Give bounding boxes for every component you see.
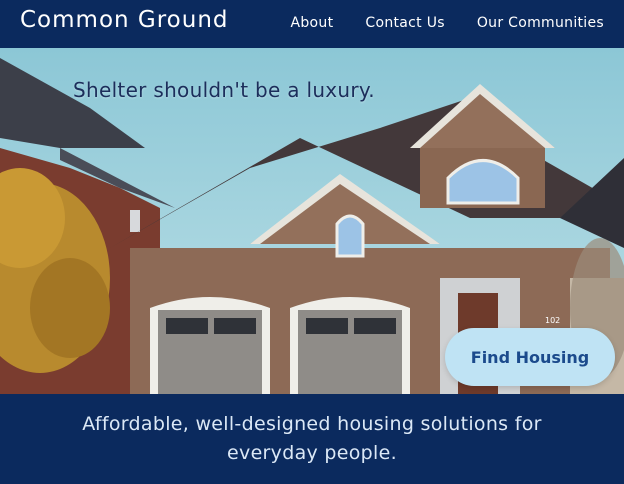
hero-subtitle: Affordable, well-designed housing soluti…: [82, 413, 542, 464]
subtitle-band: Affordable, well-designed housing soluti…: [0, 394, 624, 484]
house-number: 102: [545, 316, 560, 325]
hero-section: 102 Shelter shouldn't be a luxury. Find …: [0, 48, 624, 394]
site-header: Common Ground About Contact Us Our Commu…: [0, 0, 624, 48]
nav-link-communities[interactable]: Our Communities: [477, 15, 604, 31]
main-nav: About Contact Us Our Communities: [290, 15, 604, 31]
find-housing-button[interactable]: Find Housing: [445, 328, 615, 386]
site-brand[interactable]: Common Ground: [20, 7, 229, 33]
nav-link-about[interactable]: About: [290, 15, 333, 31]
nav-link-contact[interactable]: Contact Us: [365, 15, 444, 31]
hero-tagline: Shelter shouldn't be a luxury.: [73, 78, 375, 102]
